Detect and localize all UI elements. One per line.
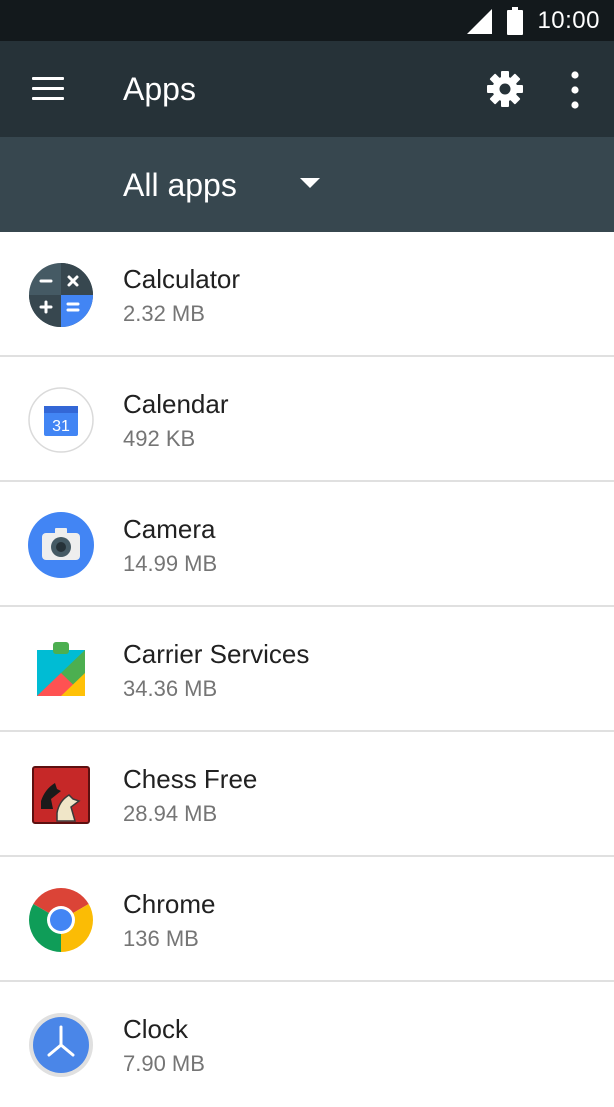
app-size: 136 MB bbox=[123, 926, 199, 951]
app-name: Chess Free bbox=[123, 764, 258, 794]
clock-icon bbox=[29, 1013, 93, 1077]
app-size: 7.90 MB bbox=[123, 1051, 205, 1076]
cell-signal-icon bbox=[467, 8, 493, 34]
filter-dropdown[interactable]: All apps bbox=[123, 164, 237, 206]
list-item[interactable]: Chrome 136 MB bbox=[0, 857, 614, 982]
list-item[interactable]: Calculator 2.32 MB bbox=[0, 232, 614, 357]
status-time: 10:00 bbox=[537, 6, 600, 34]
list-item[interactable]: Clock 7.90 MB bbox=[0, 982, 614, 1107]
calendar-icon-day: 31 bbox=[52, 418, 70, 435]
carrier-services-icon bbox=[37, 642, 85, 696]
app-list: Calculator 2.32 MB 31 Calendar 492 KB Ca… bbox=[0, 232, 614, 1107]
list-item[interactable]: Carrier Services 34.36 MB bbox=[0, 607, 614, 732]
list-item[interactable]: Camera 14.99 MB bbox=[0, 482, 614, 607]
camera-icon bbox=[28, 512, 94, 578]
filter-bar: All apps bbox=[0, 137, 614, 232]
app-size: 492 KB bbox=[123, 426, 196, 451]
calendar-icon: 31 bbox=[28, 387, 94, 453]
app-name: Chrome bbox=[123, 889, 216, 919]
app-size: 28.94 MB bbox=[123, 801, 218, 826]
list-item[interactable]: Chess Free 28.94 MB bbox=[0, 732, 614, 857]
app-name: Carrier Services bbox=[123, 639, 310, 669]
chevron-down-icon[interactable] bbox=[300, 178, 320, 190]
chrome-icon bbox=[29, 888, 93, 952]
menu-icon[interactable] bbox=[32, 77, 64, 101]
status-icons: 10:00 bbox=[465, 0, 600, 41]
battery-icon bbox=[507, 6, 524, 35]
chess-icon bbox=[32, 766, 90, 824]
app-name: Camera bbox=[123, 514, 216, 544]
app-name: Calendar bbox=[123, 389, 229, 419]
app-size: 2.32 MB bbox=[123, 301, 205, 326]
app-name: Clock bbox=[123, 1014, 189, 1044]
app-size: 14.99 MB bbox=[123, 551, 218, 576]
page-title: Apps bbox=[123, 71, 196, 107]
app-name: Calculator bbox=[123, 264, 241, 294]
status-bar: 10:00 bbox=[0, 0, 614, 41]
app-bar: Apps bbox=[0, 41, 614, 137]
gear-icon[interactable] bbox=[485, 69, 525, 109]
calculator-icon bbox=[29, 263, 93, 327]
app-size: 34.36 MB bbox=[123, 676, 218, 701]
list-item[interactable]: 31 Calendar 492 KB bbox=[0, 357, 614, 482]
more-vert-icon[interactable] bbox=[560, 68, 590, 112]
